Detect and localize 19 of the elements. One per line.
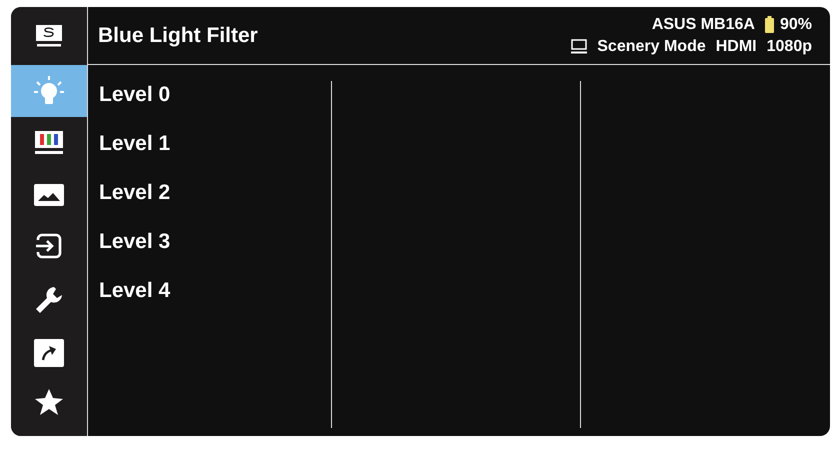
battery-icon [764,16,774,33]
model-name: ASUS MB16A [652,16,755,34]
menu-title: Blue Light Filter [98,24,258,48]
mode-label: Scenery Mode [597,38,706,56]
wrench-icon [34,285,64,315]
menu-option[interactable]: Level 0 [99,81,170,105]
input-label: HDMI [716,38,757,56]
picture-icon [34,184,64,206]
menu-option[interactable]: Level 4 [99,277,170,301]
battery-percentage: 90% [780,16,812,34]
star-icon [34,388,64,416]
menu-option[interactable]: Level 1 [99,130,170,154]
input-icon [34,232,64,258]
monitor-s-icon [35,24,63,48]
menu-option[interactable]: Level 3 [99,228,170,252]
color-bars-icon [34,130,64,156]
resolution-label: 1080p [766,38,812,56]
monitor-icon [571,39,588,54]
menu-option[interactable]: Level 2 [99,179,170,203]
